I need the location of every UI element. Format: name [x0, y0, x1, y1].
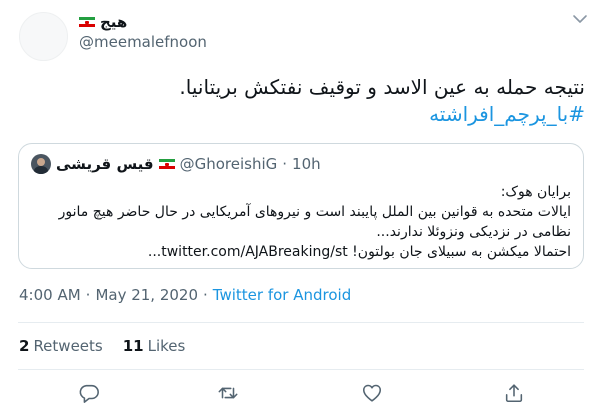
quoted-tweet[interactable]: قیس قریشی @GhoreishiG · 10h برایان هوک: …: [18, 143, 584, 269]
retweets-stat[interactable]: 2 Retweets: [19, 337, 103, 355]
action-bar: [18, 378, 584, 408]
quoted-text-line: ایالات متحده به قوانین بین الملل پایبند …: [58, 204, 571, 220]
retweets-label: Retweets: [33, 337, 103, 355]
quoted-tweet-header: قیس قریشی @GhoreishiG · 10h: [31, 154, 321, 174]
tweet-text-main: نتیجه حمله به عین الاسد و توقیف نفتکش بر…: [179, 75, 585, 99]
author-handle[interactable]: @meemalefnoon: [79, 33, 207, 51]
tweet-stats: 2 Retweets 11 Likes: [19, 336, 205, 356]
retweets-count: 2: [19, 337, 30, 355]
likes-count: 11: [122, 337, 144, 355]
heart-icon[interactable]: [361, 382, 383, 404]
quoted-tweet-text: برایان هوک: ایالات متحده به قوانین بین ا…: [31, 182, 571, 262]
quoted-text-line: احتمالا میکشن به سبیلای جان بولتون! twit…: [147, 244, 571, 260]
tweet-source-link[interactable]: Twitter for Android: [213, 286, 351, 304]
meta-separator: ·: [85, 286, 91, 304]
author-name-row[interactable]: هیج: [79, 12, 127, 32]
likes-label: Likes: [147, 337, 186, 355]
quoted-separator: ·: [282, 155, 288, 173]
meta-separator: ·: [203, 286, 208, 304]
quoted-timestamp: 10h: [292, 155, 321, 173]
quoted-handle: @GhoreishiG: [179, 155, 278, 173]
tweet-date[interactable]: May 21, 2020: [95, 286, 198, 304]
reply-icon[interactable]: [78, 382, 100, 404]
quoted-display-name: قیس قریشی: [56, 155, 154, 173]
quoted-text-line: برایان هوک:: [500, 184, 571, 200]
retweet-icon[interactable]: [217, 382, 239, 404]
share-icon[interactable]: [503, 382, 525, 404]
tweet-text: نتیجه حمله به عین الاسد و توقیف نفتکش بر…: [25, 74, 585, 128]
quoted-avatar: [31, 154, 51, 174]
author-display-name[interactable]: هیج: [100, 13, 127, 31]
likes-stat[interactable]: 11 Likes: [123, 337, 186, 355]
iran-flag-icon: [158, 158, 175, 170]
quoted-text-line: نظامی در نزدیکی ونزوئلا ندارند...: [376, 224, 571, 240]
iran-flag-icon: [79, 16, 95, 28]
tweet-hashtag[interactable]: #با_پرچم_افراشته: [25, 101, 585, 128]
tweet-card: هیج @meemalefnoon نتیجه حمله به عین الاس…: [0, 0, 602, 416]
divider: [18, 369, 584, 370]
author-avatar[interactable]: [19, 12, 68, 61]
chevron-down-icon[interactable]: [572, 12, 588, 26]
divider: [18, 322, 584, 323]
tweet-time[interactable]: 4:00 AM: [19, 286, 81, 304]
tweet-meta: 4:00 AM · May 21, 2020 · Twitter for And…: [19, 285, 351, 305]
